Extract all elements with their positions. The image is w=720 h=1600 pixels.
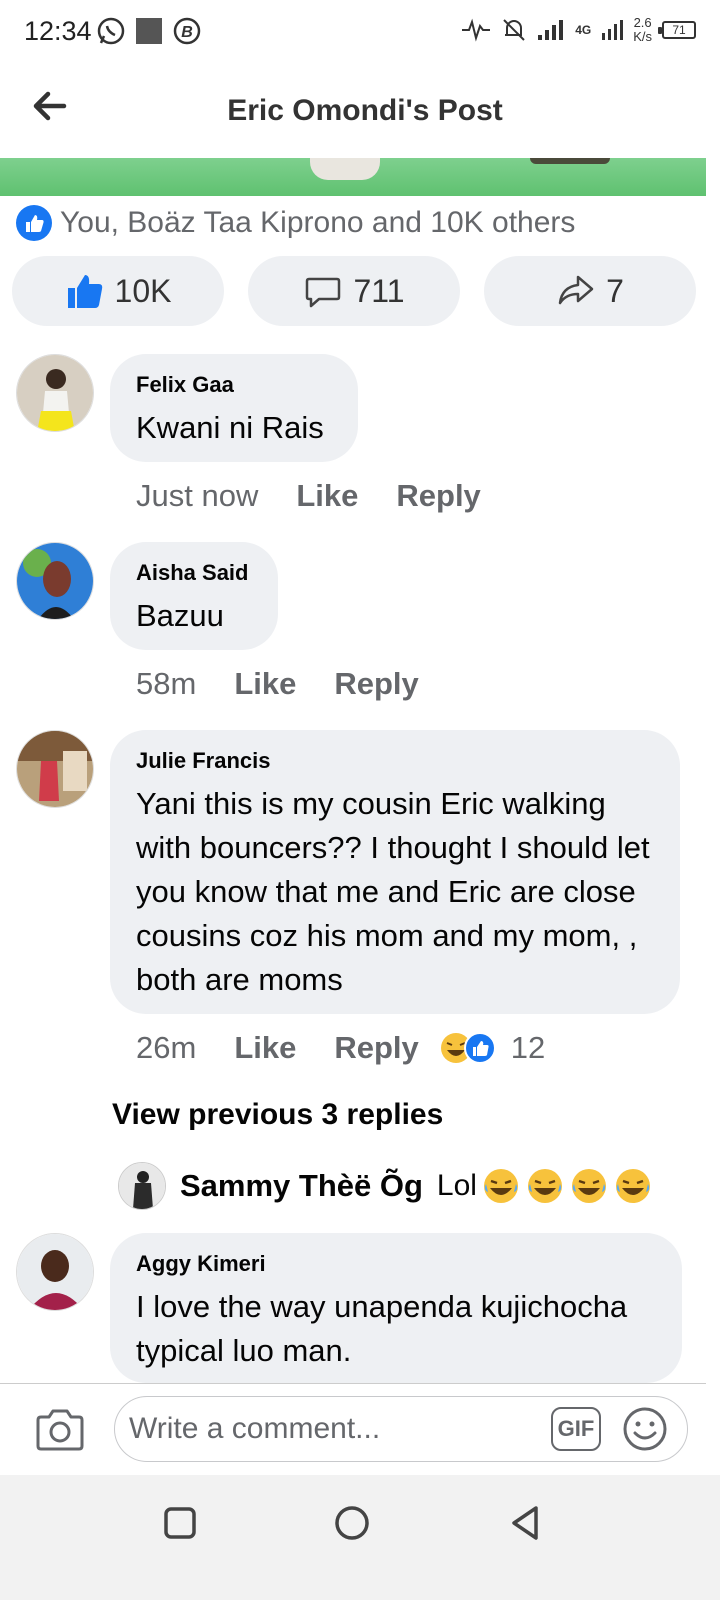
comment-bubble[interactable]: Julie Francis Yani this is my cousin Eri… bbox=[110, 730, 680, 1014]
comment-time: 26m bbox=[136, 1030, 197, 1065]
recent-apps-icon[interactable] bbox=[160, 1503, 200, 1543]
comment-author[interactable]: Felix Gaa bbox=[136, 372, 332, 398]
bell-off-icon bbox=[503, 19, 525, 41]
reactions-summary-text: You, Boäz Taa Kiprono and 10K others bbox=[60, 206, 576, 239]
comment-icon bbox=[306, 277, 341, 308]
comment-reply-button[interactable]: Reply bbox=[334, 1030, 418, 1066]
share-button[interactable]: 7 bbox=[484, 256, 696, 326]
reply-preview[interactable]: Sammy Thèë Õg Lol bbox=[118, 1162, 653, 1210]
comment-bubble[interactable]: Aggy Kimeri I love the way unapenda kuji… bbox=[110, 1233, 682, 1383]
battery-icon: 71 bbox=[658, 21, 696, 39]
haha-reaction-icon bbox=[440, 1032, 496, 1064]
comment-text: I love the way unapenda kujichocha typic… bbox=[136, 1289, 628, 1368]
comment-like-button[interactable]: Like bbox=[234, 1030, 296, 1066]
like-button[interactable]: 10K bbox=[12, 256, 224, 326]
comment-reactions[interactable]: 12 bbox=[439, 1030, 545, 1066]
reply-text: Lol bbox=[437, 1166, 653, 1206]
share-count: 7 bbox=[606, 272, 624, 309]
status-time: 12:34 bbox=[24, 16, 92, 46]
emoji-smiley-icon[interactable] bbox=[621, 1405, 669, 1453]
home-icon[interactable] bbox=[332, 1503, 372, 1543]
view-previous-replies[interactable]: View previous 3 replies bbox=[112, 1098, 443, 1132]
comment-reply-button[interactable]: Reply bbox=[396, 478, 480, 514]
avatar[interactable] bbox=[16, 542, 94, 620]
reaction-count: 12 bbox=[510, 1030, 546, 1065]
comment-meta: 58m Like Reply bbox=[136, 666, 419, 702]
back-nav-icon[interactable] bbox=[506, 1503, 546, 1543]
avatar[interactable] bbox=[16, 1233, 94, 1311]
comment-button[interactable]: 711 bbox=[248, 256, 460, 326]
like-count: 10K bbox=[114, 272, 172, 309]
notification-icons: B bbox=[96, 16, 202, 46]
post-image[interactable] bbox=[0, 158, 706, 196]
comment-like-button[interactable]: Like bbox=[234, 666, 296, 702]
comment: Aggy Kimeri I love the way unapenda kuji… bbox=[16, 1233, 706, 1383]
laughing-crying-emoji-icon bbox=[615, 1169, 650, 1203]
laughing-crying-emoji-icon bbox=[527, 1169, 562, 1203]
signal-icon bbox=[538, 20, 564, 40]
image-notification-icon bbox=[136, 18, 162, 44]
comment-like-button[interactable]: Like bbox=[296, 478, 358, 514]
camera-icon[interactable] bbox=[34, 1404, 86, 1456]
avatar[interactable] bbox=[16, 354, 94, 432]
comment-count: 711 bbox=[353, 272, 405, 309]
post-actions: 10K 711 7 bbox=[12, 256, 696, 326]
avatar[interactable] bbox=[16, 730, 94, 808]
comment-author[interactable]: Aisha Said bbox=[136, 560, 252, 586]
signal-icon-2 bbox=[602, 20, 624, 40]
network-speed: 2.6 K/s bbox=[633, 15, 652, 44]
like-reaction-icon bbox=[16, 205, 52, 241]
svg-text:B: B bbox=[181, 24, 193, 41]
comment-time: 58m bbox=[136, 666, 197, 701]
comment-time: Just now bbox=[136, 478, 259, 513]
app-header: Eric Omondi's Post bbox=[0, 66, 720, 158]
reactions-summary[interactable]: You, Boäz Taa Kiprono and 10K others bbox=[16, 205, 575, 241]
thumbs-up-icon bbox=[67, 275, 102, 308]
comment-input-placeholder: Write a comment... bbox=[129, 1412, 381, 1445]
comment-meta: Just now Like Reply bbox=[136, 478, 481, 514]
comment-author[interactable]: Aggy Kimeri bbox=[136, 1251, 656, 1277]
comment: Felix Gaa Kwani ni Rais Just now Like Re… bbox=[16, 354, 706, 524]
comment-reply-button[interactable]: Reply bbox=[334, 666, 418, 702]
comment: Aisha Said Bazuu 58m Like Reply bbox=[16, 542, 706, 712]
gif-button[interactable]: GIF bbox=[551, 1407, 601, 1451]
laughing-crying-emoji-icon bbox=[571, 1169, 606, 1203]
comment: Julie Francis Yani this is my cousin Eri… bbox=[16, 730, 706, 1080]
network-type: 4G bbox=[575, 23, 592, 37]
comment-meta: 26m Like Reply 12 bbox=[136, 1030, 545, 1066]
activity-icon bbox=[462, 18, 491, 42]
comment-bubble[interactable]: Aisha Said Bazuu bbox=[110, 542, 278, 650]
comment-composer: Write a comment... GIF bbox=[0, 1383, 706, 1475]
share-icon bbox=[558, 275, 594, 305]
comment-text: Yani this is my cousin Eric walking with… bbox=[136, 786, 650, 997]
comment-text: Kwani ni Rais bbox=[136, 410, 324, 445]
comment-author[interactable]: Julie Francis bbox=[136, 748, 654, 774]
comment-text: Bazuu bbox=[136, 598, 224, 633]
status-bar: 12:34 B 4G 2.6 K/s 71 bbox=[0, 0, 720, 66]
system-nav-bar bbox=[0, 1475, 720, 1600]
comment-input[interactable]: Write a comment... GIF bbox=[114, 1396, 688, 1462]
status-right: 4G 2.6 K/s 71 bbox=[461, 16, 696, 44]
laughing-crying-emoji-icon bbox=[483, 1169, 518, 1203]
page-title: Eric Omondi's Post bbox=[227, 94, 503, 127]
whatsapp-icon bbox=[97, 17, 125, 45]
b-badge-icon: B bbox=[173, 17, 201, 45]
reply-author[interactable]: Sammy Thèë Õg bbox=[180, 1168, 423, 1204]
avatar[interactable] bbox=[118, 1162, 166, 1210]
comment-bubble[interactable]: Felix Gaa Kwani ni Rais bbox=[110, 354, 358, 462]
